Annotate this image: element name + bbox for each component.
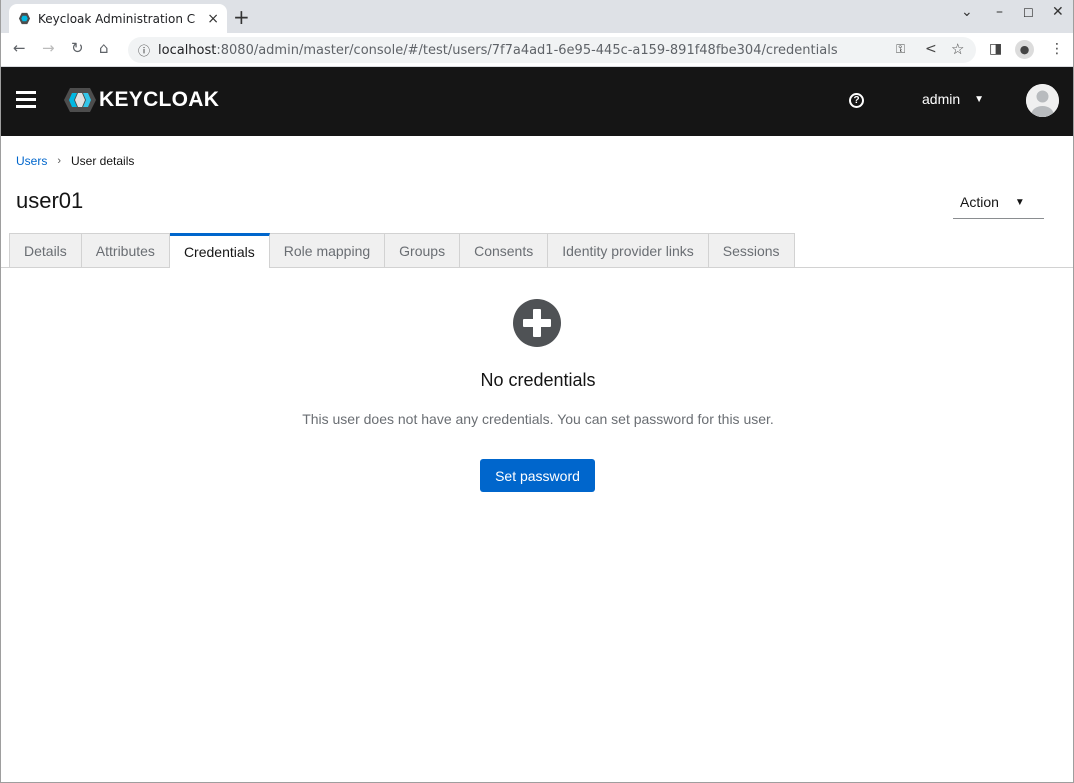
tab-credentials[interactable]: Credentials xyxy=(169,233,270,268)
browser-toolbar: ← → ↻ ⌂ ⓘ localhost:8080/admin/master/co… xyxy=(1,33,1073,67)
logo-text: KEYCLOAK xyxy=(99,88,220,111)
browser-window: Keycloak Administration C × + ⌄ – ☐ ✕ ← … xyxy=(0,0,1074,783)
back-icon[interactable]: ← xyxy=(13,39,26,57)
tab-role-mapping[interactable]: Role mapping xyxy=(269,233,386,268)
caret-down-icon: ▼ xyxy=(1014,196,1025,208)
profile-icon[interactable]: ● xyxy=(1015,40,1034,59)
help-icon[interactable]: ? xyxy=(849,93,864,108)
breadcrumb-separator-icon: › xyxy=(57,155,62,167)
breadcrumb: Users › User details xyxy=(16,154,134,168)
empty-state-body: This user does not have any credentials.… xyxy=(302,411,774,427)
browser-tab-strip: Keycloak Administration C × + ⌄ – ☐ ✕ xyxy=(1,0,1073,33)
star-icon[interactable]: ☆ xyxy=(951,40,964,58)
user-menu-toggle[interactable]: admin ▼ xyxy=(922,91,984,107)
page-title: user01 xyxy=(16,188,84,213)
action-dropdown[interactable]: Action ▼ xyxy=(953,186,1044,219)
avatar-icon xyxy=(1026,84,1059,117)
browser-menu-icon[interactable]: ⋮ xyxy=(1050,41,1064,57)
side-panel-icon[interactable]: ◨ xyxy=(989,41,1002,57)
url-path: :8080/admin/master/console/#/test/users/… xyxy=(216,42,838,58)
tab-search-icon[interactable]: ⌄ xyxy=(961,4,973,20)
window-close-icon[interactable]: ✕ xyxy=(1052,4,1064,20)
reload-icon[interactable]: ↻ xyxy=(71,39,84,57)
browser-tab[interactable]: Keycloak Administration C × xyxy=(9,4,227,33)
tab-sessions[interactable]: Sessions xyxy=(708,233,795,268)
avatar[interactable] xyxy=(1026,84,1059,117)
caret-down-icon: ▼ xyxy=(974,93,985,105)
hamburger-menu-icon[interactable] xyxy=(16,91,36,108)
minimize-icon[interactable]: – xyxy=(996,4,1003,20)
home-icon[interactable]: ⌂ xyxy=(99,39,109,57)
browser-tab-title: Keycloak Administration C xyxy=(38,11,196,26)
action-label: Action xyxy=(960,194,999,210)
tab-details[interactable]: Details xyxy=(9,233,82,268)
user-tabs: Details Attributes Credentials Role mapp… xyxy=(9,233,795,268)
empty-state-title: No credentials xyxy=(480,370,596,390)
key-icon[interactable]: ⚿ xyxy=(896,42,905,57)
forward-icon[interactable]: → xyxy=(42,39,55,57)
user-name: admin xyxy=(922,91,961,107)
new-tab-button[interactable]: + xyxy=(233,5,250,29)
tab-identity-provider-links[interactable]: Identity provider links xyxy=(548,233,709,268)
tab-consents[interactable]: Consents xyxy=(460,233,549,268)
maximize-icon[interactable]: ☐ xyxy=(1023,6,1034,20)
keycloak-favicon-icon xyxy=(17,12,31,26)
set-password-button[interactable]: Set password xyxy=(480,459,595,492)
breadcrumb-current: User details xyxy=(71,154,135,168)
tab-attributes[interactable]: Attributes xyxy=(81,233,170,268)
keycloak-logo: KEYCLOAK xyxy=(63,87,219,113)
app-header: KEYCLOAK ? admin ▼ xyxy=(1,67,1073,136)
tab-groups[interactable]: Groups xyxy=(385,233,461,268)
info-icon[interactable]: ⓘ xyxy=(138,42,150,59)
address-bar[interactable]: ⓘ localhost:8080/admin/master/console/#/… xyxy=(128,37,976,63)
url-host: localhost xyxy=(158,42,217,58)
keycloak-logo-icon xyxy=(64,88,96,112)
breadcrumb-users-link[interactable]: Users xyxy=(16,154,47,168)
share-icon[interactable]: < xyxy=(925,41,937,57)
plus-circle-icon xyxy=(513,299,561,347)
tab-close-icon[interactable]: × xyxy=(207,11,219,27)
